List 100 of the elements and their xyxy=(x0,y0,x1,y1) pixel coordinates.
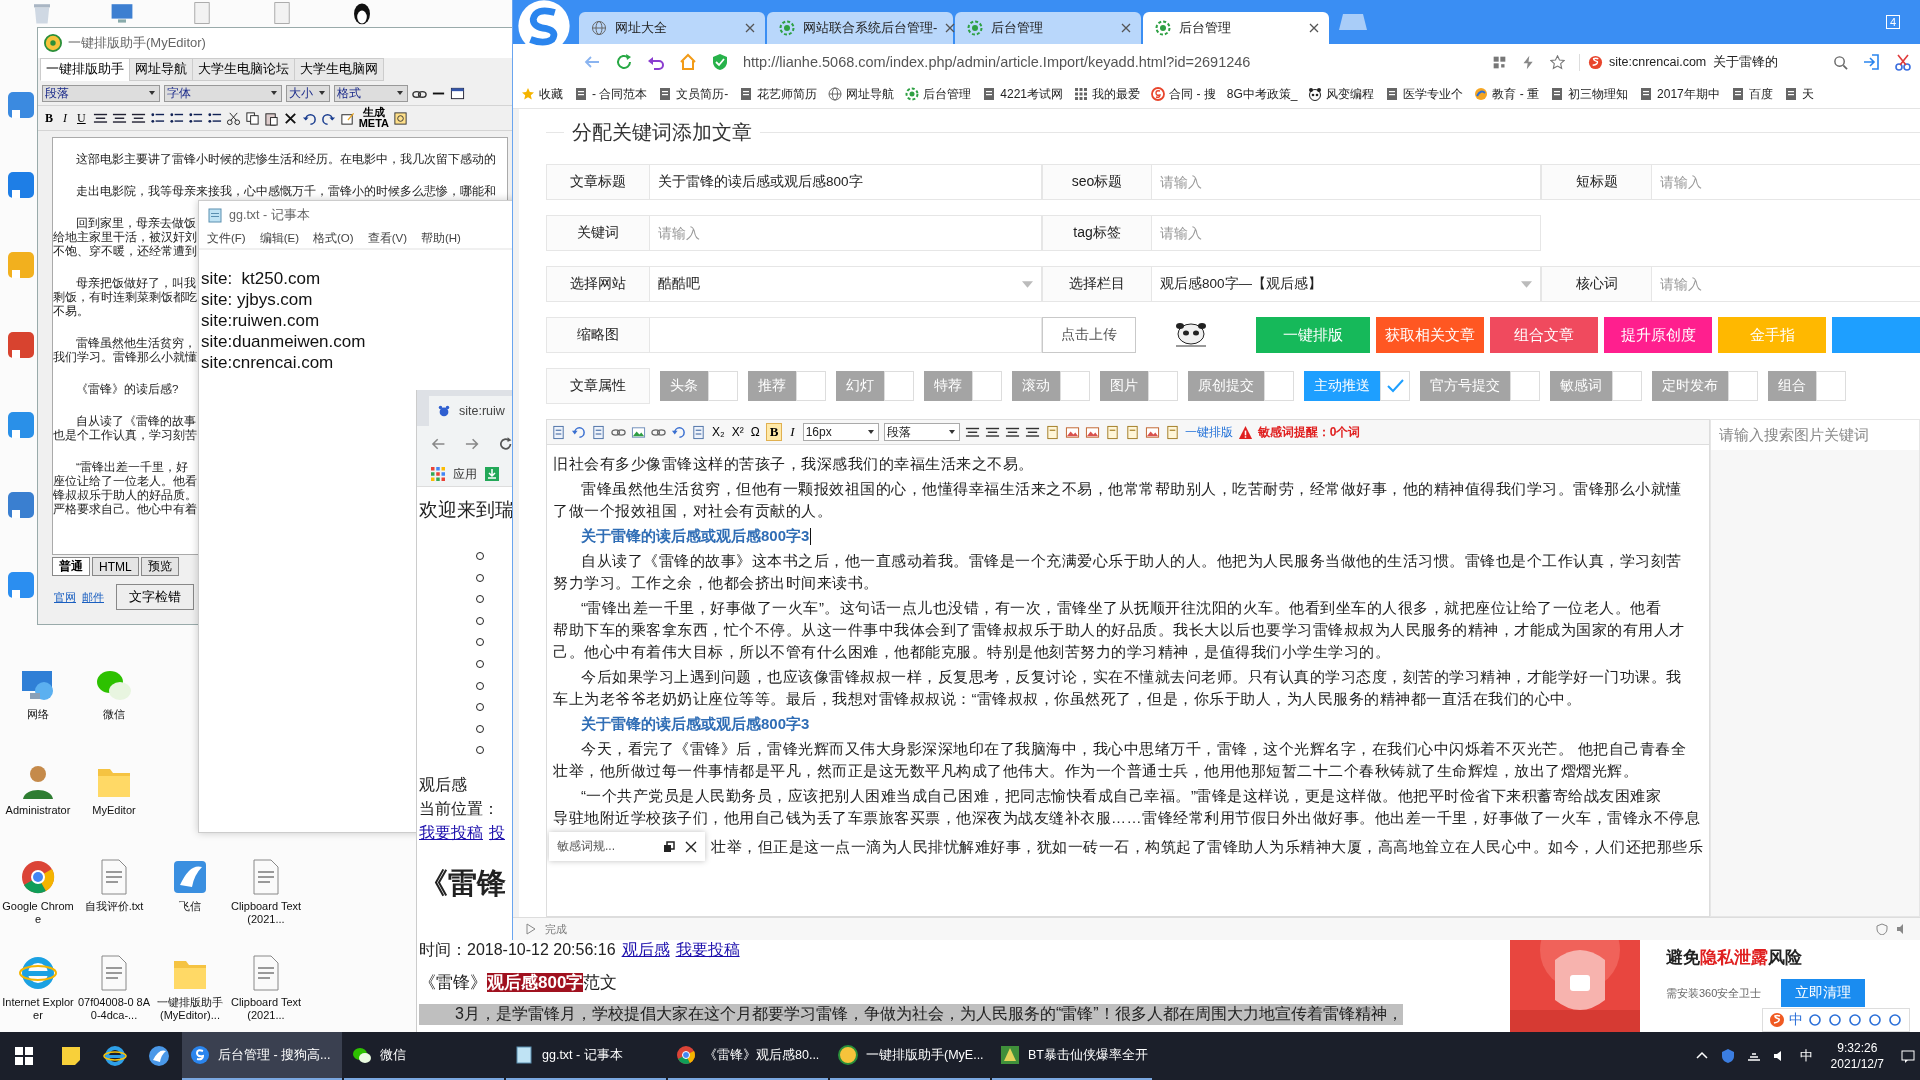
checkbox[interactable] xyxy=(708,371,738,401)
checkbox[interactable] xyxy=(1060,371,1090,401)
taskbar-button[interactable]: 《雷锋》观后感80... xyxy=(668,1032,828,1080)
star-icon[interactable] xyxy=(1550,54,1565,70)
checkbox[interactable] xyxy=(884,371,914,401)
checkbox[interactable] xyxy=(1816,371,1846,401)
close-icon[interactable] xyxy=(1309,23,1319,33)
input-field[interactable]: 请输入 xyxy=(1652,164,1920,200)
format-button[interactable]: B xyxy=(42,110,56,126)
link[interactable]: 我要投稿 xyxy=(419,823,483,845)
input-field[interactable] xyxy=(650,317,1042,353)
home-icon[interactable] xyxy=(679,53,697,71)
format-button[interactable]: X₂ xyxy=(711,425,726,439)
checkbox[interactable] xyxy=(1728,371,1758,401)
bookmark[interactable]: 2017年期中 xyxy=(1639,85,1720,103)
bookmark[interactable]: 花艺师简历 xyxy=(739,85,818,103)
monitor-icon[interactable] xyxy=(110,1,134,25)
tab[interactable]: site:ruiw xyxy=(429,396,513,426)
format-select[interactable]: 格式 xyxy=(334,84,408,102)
document-icon[interactable] xyxy=(1164,424,1180,440)
format-select[interactable]: 大小 xyxy=(286,84,330,102)
shortcut-icon[interactable] xyxy=(6,90,36,120)
list-icon[interactable] xyxy=(149,110,165,126)
notification-popup[interactable]: 敏感词规... xyxy=(549,832,705,861)
document-icon[interactable] xyxy=(1104,424,1120,440)
menu-item[interactable]: 查看(V) xyxy=(367,231,407,246)
document-icon[interactable] xyxy=(591,424,606,440)
shortcut-icon[interactable] xyxy=(6,490,36,520)
format-button[interactable]: X² xyxy=(730,425,745,439)
restore-icon[interactable] xyxy=(663,840,675,853)
table-icon[interactable] xyxy=(450,85,465,101)
checkbox[interactable] xyxy=(1612,371,1642,401)
taskbar-button[interactable]: gg.txt - 记事本 xyxy=(506,1032,666,1080)
forward-arrow-icon[interactable] xyxy=(464,436,480,452)
play-icon[interactable] xyxy=(525,923,537,935)
input-method-toolbar[interactable]: 中 xyxy=(1762,1008,1910,1032)
taskbar-button[interactable]: 后台管理 - 搜狗高... xyxy=(182,1032,342,1080)
format-select[interactable]: 段落 xyxy=(42,84,160,102)
tab[interactable]: 后台管理 xyxy=(1143,12,1329,44)
format-button[interactable]: I xyxy=(787,424,798,440)
search-field[interactable]: site:cnrencai.com 关于雷锋的 xyxy=(1579,53,1848,71)
upload-button[interactable]: 点击上传 xyxy=(1042,317,1136,353)
tab[interactable]: 大学生电脑网 xyxy=(294,58,384,81)
image-icon[interactable] xyxy=(631,424,646,440)
dropdown[interactable]: 观后感800字—【观后感】 xyxy=(1152,266,1541,302)
taskbar-button[interactable]: 微信 xyxy=(344,1032,504,1080)
image-icon[interactable] xyxy=(1144,424,1160,440)
document-icon[interactable] xyxy=(1124,424,1140,440)
shortcut-icon[interactable] xyxy=(6,170,36,200)
shortcut-icon[interactable] xyxy=(6,410,36,440)
bookmark[interactable]: 文员简历- xyxy=(658,85,729,103)
scissors-icon[interactable] xyxy=(225,110,241,126)
bookmark[interactable]: 天 xyxy=(1783,85,1814,103)
tab[interactable]: 大学生电脑论坛 xyxy=(192,58,295,81)
tab[interactable]: 后台管理 xyxy=(955,12,1141,44)
clipboard-icon[interactable] xyxy=(263,110,279,126)
edit-icon[interactable] xyxy=(339,110,355,126)
shield-icon[interactable] xyxy=(1876,923,1888,935)
delete-cross-icon[interactable] xyxy=(282,110,298,126)
apps-grid-icon[interactable] xyxy=(431,467,445,481)
tab[interactable]: 网站联合系统后台管理- xyxy=(767,12,953,44)
close-icon[interactable] xyxy=(685,840,697,853)
scissors-icon[interactable] xyxy=(1894,53,1912,71)
list-icon[interactable] xyxy=(187,110,203,126)
spell-check-button[interactable]: 文字检错 xyxy=(116,584,194,610)
view-tab[interactable]: HTML xyxy=(92,557,139,576)
auto-format-link[interactable]: 一键排版 xyxy=(1184,423,1233,441)
font-size-select[interactable]: 16px xyxy=(802,423,879,441)
action-button[interactable]: 组合文章 xyxy=(1490,317,1598,353)
checkbox[interactable] xyxy=(1264,371,1294,401)
input-field[interactable]: 关于雷锋的读后感或观后感800字 xyxy=(650,164,1042,200)
view-tab[interactable]: 预览 xyxy=(140,557,179,576)
tab[interactable]: 网址大全 xyxy=(579,12,765,44)
shield-icon[interactable] xyxy=(711,53,729,71)
image-search-field[interactable]: 请输入搜索图片关键词 xyxy=(1711,420,1919,450)
document-icon[interactable] xyxy=(551,424,566,440)
image-icon[interactable] xyxy=(1064,424,1080,440)
copy-icon[interactable] xyxy=(244,110,260,126)
bookmark[interactable]: 风变编程 xyxy=(1308,85,1375,103)
bookmark[interactable]: 应用 xyxy=(453,465,477,483)
help-icon[interactable] xyxy=(393,110,409,126)
bookmark[interactable]: 医学专业个 xyxy=(1385,85,1464,103)
bookmark[interactable]: - 合同范本 xyxy=(574,85,648,103)
shortcut-icon[interactable] xyxy=(6,570,36,600)
checkbox[interactable] xyxy=(1380,371,1410,401)
menu-item[interactable]: 帮助(H) xyxy=(421,231,461,246)
address-field[interactable]: http://lianhe.5068.com/index.php/admin/article.Import/keyadd.html?id=2691246 xyxy=(743,54,1478,70)
tab[interactable]: 网址导航 xyxy=(129,58,193,81)
input-field[interactable]: 请输入 xyxy=(650,215,1042,251)
format-button[interactable]: B xyxy=(765,423,783,441)
format-button[interactable]: Ω xyxy=(749,425,761,439)
checkbox[interactable] xyxy=(972,371,1002,401)
list-icon[interactable] xyxy=(168,110,184,126)
link[interactable]: 我要投稿 xyxy=(675,940,740,961)
tab[interactable]: 一键排版助手 xyxy=(40,58,130,81)
bookmark[interactable]: 合同 - 搜 xyxy=(1151,85,1216,103)
new-tab-icon[interactable] xyxy=(1339,13,1367,31)
menu-item[interactable]: 编辑(E) xyxy=(259,231,300,246)
bookmark[interactable]: 我的最爱 xyxy=(1074,85,1141,103)
bookmark[interactable]: 初三物理知 xyxy=(1550,85,1629,103)
